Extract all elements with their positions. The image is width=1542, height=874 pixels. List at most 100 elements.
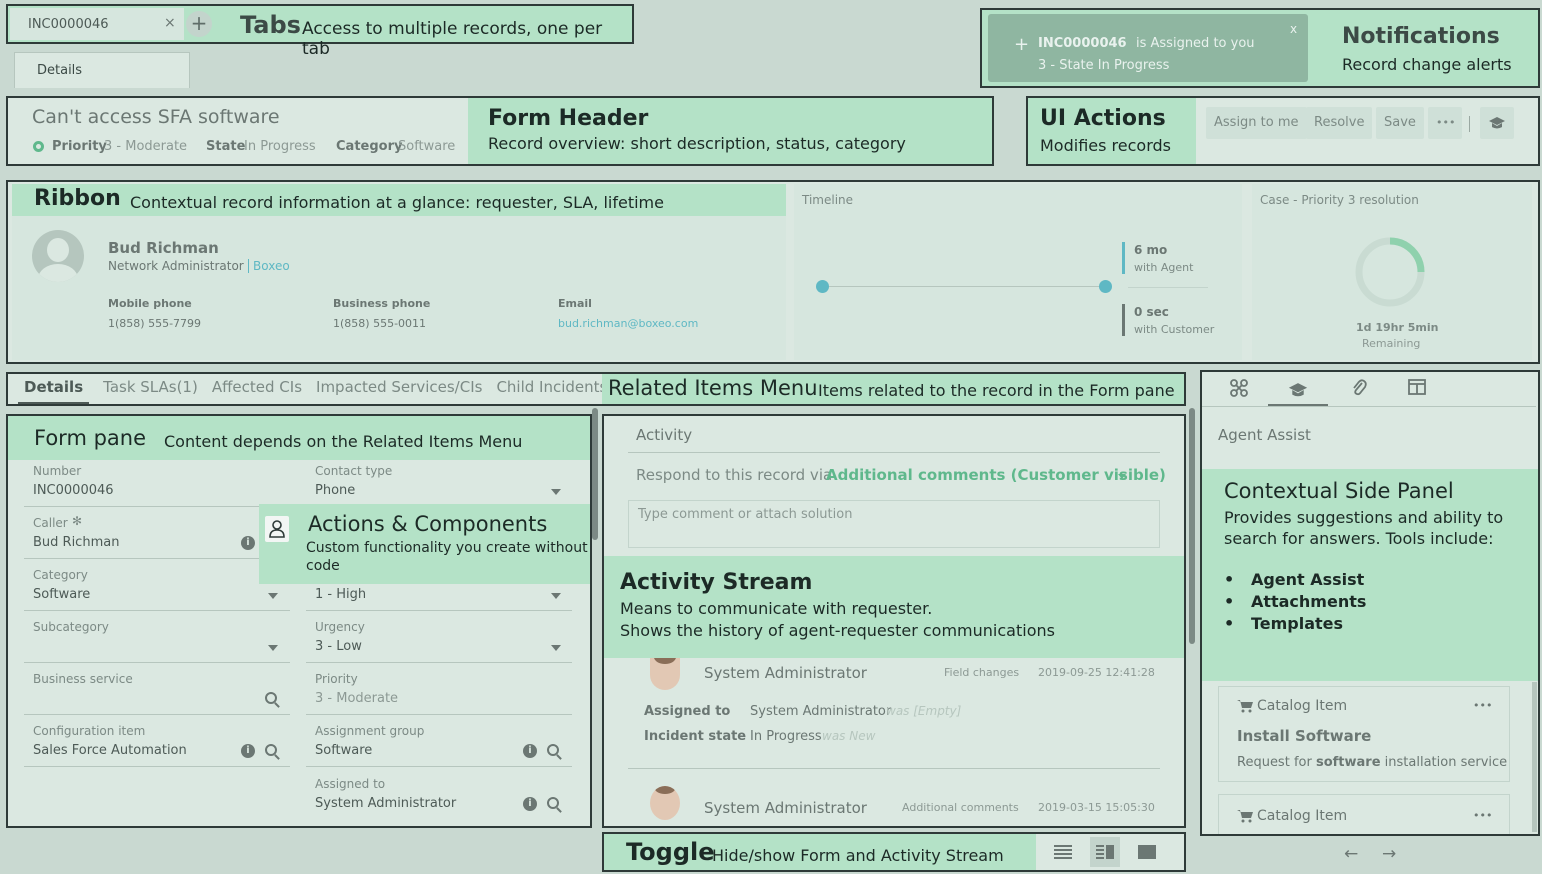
user-icon-button[interactable] bbox=[265, 516, 289, 542]
record-title: Can't access SFA software bbox=[32, 106, 280, 128]
caller-label: Caller bbox=[33, 516, 68, 530]
assignment-group-field[interactable]: Software bbox=[315, 743, 372, 758]
templates-button[interactable] bbox=[1480, 107, 1514, 139]
info-icon[interactable]: i bbox=[523, 744, 537, 758]
assigned-to-label: Assigned to bbox=[315, 777, 386, 791]
stream-only-toggle[interactable] bbox=[1132, 839, 1162, 865]
tab-affected-cis[interactable]: Affected CIs bbox=[212, 378, 302, 404]
required-icon: ✻ bbox=[72, 514, 83, 528]
ribbon: Ribbon Contextual record information at … bbox=[6, 180, 1540, 364]
more-icon[interactable]: ••• bbox=[1473, 699, 1492, 712]
split-view-icon bbox=[1096, 845, 1114, 859]
resolve-button[interactable]: Resolve bbox=[1306, 107, 1373, 139]
chevron-down-icon[interactable] bbox=[268, 593, 278, 599]
form-only-toggle[interactable] bbox=[1048, 839, 1078, 865]
side-panel: Agent Assist Contextual Side Panel Provi… bbox=[1200, 370, 1540, 836]
card-description: Request for software installation servic… bbox=[1237, 755, 1507, 770]
card-desc-post: installation service bbox=[1384, 755, 1508, 770]
entry-divider bbox=[628, 768, 1160, 769]
config-item-field[interactable]: Sales Force Automation bbox=[33, 743, 187, 758]
cart-icon bbox=[1237, 700, 1253, 713]
layout-tab[interactable] bbox=[1402, 378, 1432, 402]
graduation-cap-icon bbox=[1288, 383, 1308, 397]
email-value[interactable]: bud.richman@boxeo.com bbox=[558, 317, 698, 330]
timeline-label: Timeline bbox=[802, 193, 854, 207]
impact-select[interactable]: 1 - High bbox=[315, 587, 366, 602]
search-icon[interactable] bbox=[547, 744, 559, 756]
number-field[interactable]: INC0000046 bbox=[33, 483, 114, 498]
contact-type-select[interactable]: Phone bbox=[315, 483, 355, 498]
card-type: Catalog Item bbox=[1257, 808, 1348, 824]
add-tab-button[interactable]: + bbox=[186, 11, 212, 37]
search-icon[interactable] bbox=[265, 744, 277, 756]
chevron-down-icon[interactable] bbox=[551, 645, 561, 651]
form-scrollbar[interactable] bbox=[592, 408, 598, 540]
info-icon[interactable]: i bbox=[241, 744, 255, 758]
priority-field: 3 - Moderate bbox=[315, 691, 399, 706]
tab-task-slas[interactable]: Task SLAs(1) bbox=[103, 378, 198, 404]
agent-assist-tab[interactable] bbox=[1224, 378, 1254, 402]
notification-toast[interactable]: + INC0000046 is Assigned to you 3 - Stat… bbox=[988, 14, 1308, 82]
templates-tab[interactable] bbox=[1268, 374, 1328, 406]
chevron-down-icon[interactable] bbox=[268, 645, 278, 651]
urgency-select[interactable]: 3 - Low bbox=[315, 639, 362, 654]
related-items-menu: Details Task SLAs(1) Affected CIs Impact… bbox=[6, 372, 1186, 406]
sla-progress-ring bbox=[1355, 237, 1425, 307]
number-underline bbox=[24, 506, 290, 507]
search-icon[interactable] bbox=[265, 692, 277, 704]
actions-callout-desc: Custom functionality you create without … bbox=[306, 540, 588, 574]
save-button[interactable]: Save bbox=[1376, 107, 1424, 139]
ribbon-callout-desc: Contextual record information at a glanc… bbox=[130, 193, 664, 212]
related-menu-callout-desc: Items related to the record in the Form … bbox=[818, 381, 1175, 400]
tab-impacted-services[interactable]: Impacted Services/CIs bbox=[316, 378, 482, 404]
search-icon[interactable] bbox=[547, 797, 559, 809]
attachments-tab[interactable] bbox=[1344, 378, 1374, 402]
timeline-separator bbox=[1128, 287, 1208, 288]
chevron-down-icon[interactable] bbox=[551, 593, 561, 599]
urgency-underline bbox=[306, 662, 572, 663]
info-icon[interactable]: i bbox=[523, 797, 537, 811]
plus-icon: + bbox=[190, 11, 208, 35]
toolbar-divider bbox=[1202, 406, 1536, 407]
ribbon-requester-card: Ribbon Contextual record information at … bbox=[12, 184, 786, 360]
prev-arrow-icon[interactable]: ← bbox=[1344, 844, 1358, 864]
tab-details[interactable]: Details bbox=[18, 378, 90, 404]
more-icon[interactable]: ••• bbox=[1473, 809, 1492, 822]
assigned-to-field[interactable]: System Administrator bbox=[315, 796, 456, 811]
info-icon[interactable]: i bbox=[241, 536, 255, 550]
comment-input[interactable]: Type comment or attach solution bbox=[628, 500, 1160, 548]
close-icon[interactable]: x bbox=[1290, 22, 1297, 36]
catalog-card[interactable]: Catalog Item ••• Install Software Reques… bbox=[1218, 686, 1510, 782]
details-tab[interactable]: Details bbox=[14, 52, 190, 88]
chevron-down-icon[interactable] bbox=[1118, 474, 1126, 479]
side-panel-tools-list: • Agent Assist • Attachments • Templates bbox=[1224, 569, 1366, 635]
side-scrollbar[interactable] bbox=[1532, 682, 1537, 832]
more-actions-button[interactable]: ••• bbox=[1428, 107, 1462, 139]
customer-time: 0 sec bbox=[1134, 305, 1169, 319]
requester-company[interactable]: Boxeo bbox=[248, 259, 290, 273]
comment-placeholder: Type comment or attach solution bbox=[638, 507, 853, 522]
assign-to-me-button[interactable]: Assign to me bbox=[1206, 107, 1307, 139]
side-panel-callout-desc: Provides suggestions and ability to sear… bbox=[1224, 508, 1504, 548]
card-title: Install Software bbox=[1237, 727, 1372, 745]
next-arrow-icon[interactable]: → bbox=[1382, 844, 1396, 864]
business-phone-label: Business phone bbox=[333, 297, 431, 310]
category-select[interactable]: Software bbox=[33, 587, 90, 602]
close-icon[interactable]: × bbox=[164, 15, 176, 31]
caller-field[interactable]: Bud Richman bbox=[33, 535, 119, 550]
form-pane-callout-title: Form pane bbox=[34, 426, 147, 450]
activity-scrollbar[interactable] bbox=[1189, 408, 1195, 644]
tool-templates: Templates bbox=[1250, 614, 1344, 633]
split-view-toggle[interactable] bbox=[1090, 837, 1120, 867]
chevron-down-icon[interactable] bbox=[551, 489, 561, 495]
activity-stream-callout: Activity Stream Means to communicate wit… bbox=[604, 556, 1184, 658]
ribbon-callout-title: Ribbon bbox=[34, 186, 121, 211]
divider bbox=[1469, 116, 1470, 132]
record-tab[interactable]: INC0000046 × bbox=[10, 8, 184, 40]
respond-option-select[interactable]: Additional comments (Customer visible) bbox=[826, 466, 1166, 484]
agent-label: with Agent bbox=[1134, 261, 1194, 274]
catalog-card[interactable]: Catalog Item ••• bbox=[1218, 794, 1510, 834]
tab-child-incidents[interactable]: Child Incidents bbox=[496, 378, 607, 404]
avatar bbox=[650, 658, 680, 690]
notifications-callout-desc: Record change alerts bbox=[1342, 55, 1512, 74]
